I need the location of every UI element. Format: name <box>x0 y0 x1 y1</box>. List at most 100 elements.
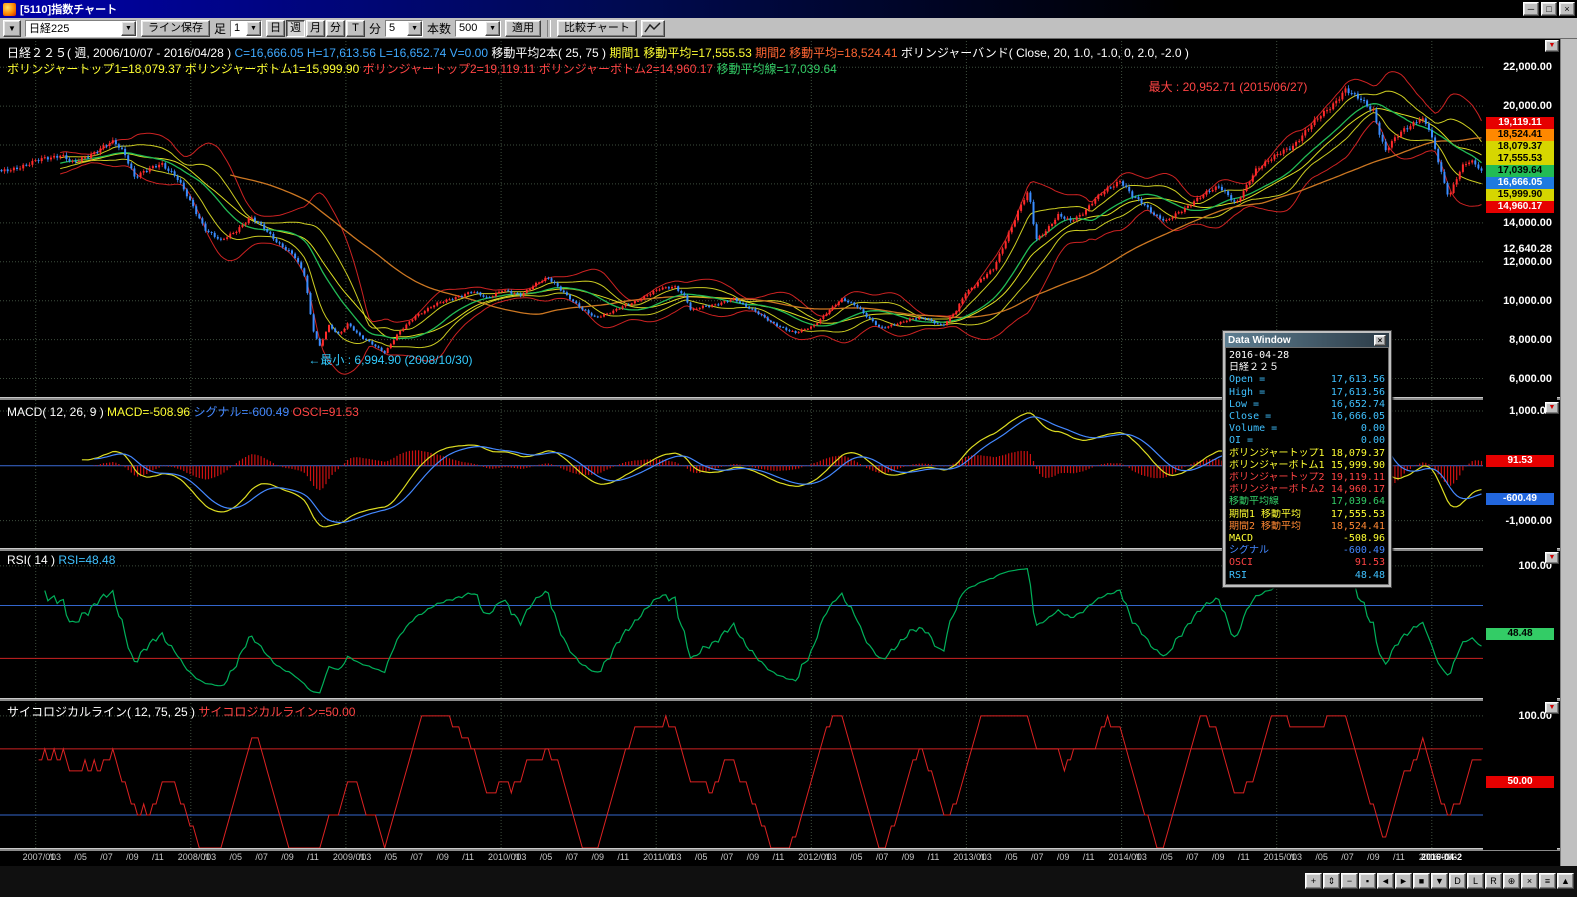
time-axis-label: /05 <box>230 852 243 862</box>
right-scroll-strip[interactable] <box>1560 38 1577 870</box>
bottom-toolbar-button[interactable]: ⊕ <box>1503 873 1520 889</box>
axis-tick-label: 14,000.00 <box>1503 217 1552 229</box>
time-axis-label: /11 <box>1238 852 1250 862</box>
panel-collapse-button[interactable]: ▼ <box>1545 702 1559 714</box>
bottom-toolbar-button[interactable]: L <box>1467 873 1484 889</box>
bottom-toolbar-button[interactable]: R <box>1485 873 1502 889</box>
trendline-icon <box>643 21 663 34</box>
axis-tick-label: 22,000.00 <box>1503 61 1552 73</box>
symbol-value: 日経225 <box>29 20 69 36</box>
save-line-button[interactable]: ライン保存 <box>141 20 210 37</box>
symbol-dropdown-icon[interactable]: ▼ <box>121 21 136 36</box>
time-axis-label: /05 <box>540 852 553 862</box>
panel-collapse-button[interactable]: ▼ <box>1545 552 1559 564</box>
close-button[interactable]: × <box>1559 2 1575 16</box>
axis-tick-label: 8,000.00 <box>1509 334 1552 346</box>
time-axis-label: /09 <box>591 852 604 862</box>
compare-chart-button[interactable]: 比較チャート <box>557 20 637 37</box>
time-axis-label: /07 <box>255 852 268 862</box>
panel-collapse-button[interactable]: ▼ <box>1545 402 1559 414</box>
app-icon <box>3 3 16 16</box>
time-axis-label: /05 <box>850 852 863 862</box>
header-segment: C=16,666.05 H=17,613.56 L=16,652.74 V=0.… <box>234 46 491 60</box>
bottom-toolbar-button[interactable]: D <box>1449 873 1466 889</box>
psychological-panel-canvas[interactable] <box>0 700 1483 848</box>
period-button-T[interactable]: T <box>346 20 365 37</box>
data-window-row: Volume=0.00 <box>1229 423 1385 435</box>
bottom-toolbar-button[interactable]: ■ <box>1413 873 1430 889</box>
bar-count-select[interactable]: 500 ▼ <box>455 20 501 37</box>
data-window-row: OSCI91.53 <box>1229 557 1385 569</box>
bar-multiplier-select[interactable]: 1 ▼ <box>230 20 262 37</box>
data-window-rows: 2016-04-28日経２２５Open=17,613.56High=17,613… <box>1225 347 1389 585</box>
price-badge: 50.00 <box>1486 776 1554 788</box>
header-segment: 日経２２５( 週, 2006/10/07 - 2016/04/28 ) <box>7 46 234 60</box>
bottom-toolbar-button[interactable]: + <box>1305 873 1322 889</box>
data-window-row: ボリンジャートップ219,119.11 <box>1229 472 1385 484</box>
bottom-toolbar-button[interactable]: ≡ <box>1539 873 1556 889</box>
header-segment: 期間1 移動平均=17,555.53 <box>609 46 755 60</box>
data-window-titlebar[interactable]: Data Window × <box>1225 333 1389 347</box>
price-badge: 15,999.90 <box>1486 189 1554 201</box>
panel-divider[interactable] <box>0 698 1560 701</box>
bottom-toolbar-button[interactable]: ▪ <box>1359 873 1376 889</box>
price-axis: 22,000.0020,000.0014,000.0012,000.0010,0… <box>1483 38 1557 850</box>
minute-select[interactable]: 5 ▼ <box>385 20 423 37</box>
bottom-toolbar-button[interactable]: − <box>1341 873 1358 889</box>
price-badge: 91.53 <box>1486 455 1554 467</box>
panel-collapse-button[interactable]: ▼ <box>1545 40 1559 52</box>
header-segment: シグナル=-600.49 <box>193 405 292 419</box>
maximize-button[interactable]: □ <box>1541 2 1557 16</box>
time-axis-label: /03 <box>824 852 837 862</box>
minute-dropdown-icon[interactable]: ▼ <box>407 21 422 36</box>
data-window-row: 2016-04-28 <box>1229 350 1385 362</box>
bottom-toolbar-button[interactable]: ⇕ <box>1323 873 1340 889</box>
main-chart-header-line1: 日経２２５( 週, 2006/10/07 - 2016/04/28 ) C=16… <box>7 44 1189 61</box>
time-axis-label: /03 <box>669 852 682 862</box>
data-window-row: 日経２２５ <box>1229 362 1385 374</box>
panel-divider[interactable] <box>0 848 1560 851</box>
bottom-toolbar-button[interactable]: × <box>1521 873 1538 889</box>
period-button-週[interactable]: 週 <box>286 20 305 37</box>
price-badge: 48.48 <box>1486 628 1554 640</box>
data-window-row: MACD-508.96 <box>1229 533 1385 545</box>
period-button-月[interactable]: 月 <box>306 20 325 37</box>
bar-type-label: 足 <box>214 20 226 37</box>
bottom-toolbar: +⇕−▪◄►■▼DLR⊕×≡▲ <box>1305 873 1574 889</box>
data-window-row: 期間1 移動平均17,555.53 <box>1229 509 1385 521</box>
minimize-button[interactable]: ─ <box>1523 2 1539 16</box>
bar-multiplier-dropdown-icon[interactable]: ▼ <box>246 21 261 36</box>
time-axis-label: /03 <box>1134 852 1147 862</box>
period-button-分[interactable]: 分 <box>326 20 345 37</box>
bottom-toolbar-button[interactable]: ◄ <box>1377 873 1394 889</box>
time-axis-label: /09 <box>436 852 449 862</box>
bar-multiplier-value: 1 <box>234 22 240 34</box>
bottom-toolbar-button[interactable]: ▼ <box>1431 873 1448 889</box>
bottom-toolbar-button[interactable]: ► <box>1395 873 1412 889</box>
header-segment: MACD=-508.96 <box>107 405 193 419</box>
symbol-select[interactable]: 日経225 ▼ <box>25 20 137 37</box>
app-window: [5110]指数チャート ─ □ × ▼ 日経225 ▼ ライン保存 足 1 ▼… <box>0 0 1577 897</box>
title-bar[interactable]: [5110]指数チャート ─ □ × <box>0 0 1577 18</box>
data-window-close-button[interactable]: × <box>1374 335 1386 346</box>
symbol-list-button[interactable]: ▼ <box>3 20 21 37</box>
price-badge: 19,119.11 <box>1486 117 1554 129</box>
data-window[interactable]: Data Window × 2016-04-28日経２２５Open=17,613… <box>1222 330 1392 588</box>
header-segment: RSI=48.48 <box>58 553 115 567</box>
time-axis-label: /11 <box>1393 852 1405 862</box>
header-segment: ボリンジャーバンド( Close, 20, 1.0, -1.0, 0, 2.0,… <box>901 46 1189 60</box>
data-window-row: OI=0.00 <box>1229 435 1385 447</box>
header-segment: 期間2 移動平均=18,524.41 <box>755 46 901 60</box>
data-window-row: Open=17,613.56 <box>1229 374 1385 386</box>
time-axis-label: /05 <box>385 852 398 862</box>
bar-count-dropdown-icon[interactable]: ▼ <box>485 21 500 36</box>
header-segment: 移動平均線=17,039.64 <box>716 62 836 76</box>
time-axis-label: /05 <box>74 852 87 862</box>
axis-tick-label: -1,000.00 <box>1506 515 1552 527</box>
toolbar: ▼ 日経225 ▼ ライン保存 足 1 ▼ 日週月分T 分 5 ▼ 本数 500… <box>0 18 1577 39</box>
macd-header: MACD( 12, 26, 9 ) MACD=-508.96 シグナル=-600… <box>7 403 359 420</box>
bottom-toolbar-button[interactable]: ▲ <box>1557 873 1574 889</box>
period-button-日[interactable]: 日 <box>266 20 285 37</box>
apply-button[interactable]: 適用 <box>505 20 541 37</box>
trendline-tool-button[interactable] <box>641 20 665 37</box>
